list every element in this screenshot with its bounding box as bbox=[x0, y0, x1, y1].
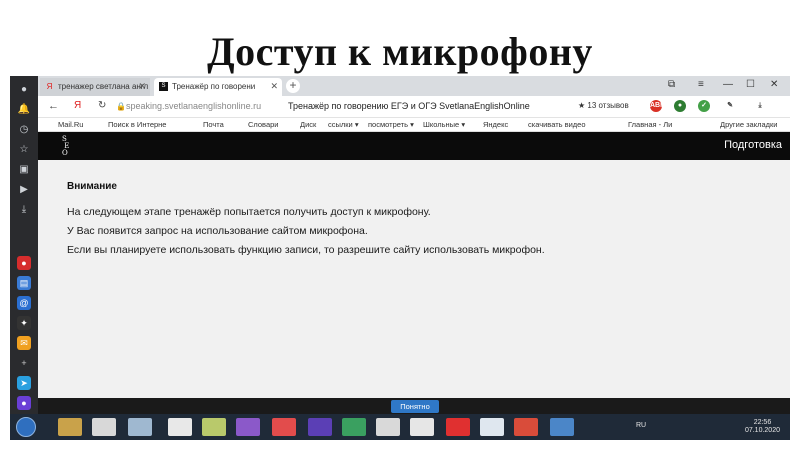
downloads-icon[interactable]: ⤓ bbox=[17, 203, 31, 217]
language-indicator[interactable]: RU bbox=[636, 422, 646, 429]
reload-icon[interactable]: ↻ bbox=[98, 100, 106, 111]
bookmark-yandex[interactable]: Яндекс bbox=[483, 120, 508, 129]
slide-title: Доступ к микрофону bbox=[207, 29, 593, 74]
app-icon-docs[interactable]: ▤ bbox=[17, 276, 31, 290]
bookmark-disk[interactable]: Диск bbox=[300, 120, 316, 129]
clock-time: 22:56 bbox=[753, 419, 772, 426]
app-icon-star[interactable]: ✦ bbox=[17, 316, 31, 330]
maximize-icon[interactable]: ☐ bbox=[746, 79, 755, 90]
add-icon[interactable]: + bbox=[17, 356, 31, 370]
bookmark-mail[interactable]: Почта bbox=[203, 120, 224, 129]
tab-label: тренажер светлана англ bbox=[58, 82, 149, 91]
speaker-app-icon[interactable] bbox=[128, 418, 152, 436]
tab-bar: Я тренажер светлана англ ✕ S Тренажёр по… bbox=[38, 76, 790, 96]
app-icon-red[interactable]: ● bbox=[17, 256, 31, 270]
bookmark-watch[interactable]: посмотреть ▾ bbox=[368, 120, 414, 129]
app-docs-icon[interactable] bbox=[376, 418, 400, 436]
close-icon[interactable]: ✕ bbox=[270, 81, 278, 92]
site-logo[interactable]: S EO bbox=[62, 136, 82, 157]
bookmark-dictionaries[interactable]: Словари bbox=[248, 120, 278, 129]
app-icon-mail-at[interactable]: @ bbox=[17, 296, 31, 310]
media-player-icon[interactable] bbox=[308, 418, 332, 436]
yandex-icon: Я bbox=[46, 82, 53, 91]
browser-window: Я тренажер светлана англ ✕ S Тренажёр по… bbox=[38, 76, 790, 414]
collections-icon[interactable]: ▣ bbox=[17, 163, 31, 177]
browser-sidebar: ● 🔔 ◷ ☆ ▣ ▶ ⤓ ● ▤ @ ✦ ✉ + ➤ ● bbox=[10, 76, 38, 414]
bookmark-mailru[interactable]: Mail.Ru bbox=[58, 120, 83, 129]
bookmark-other[interactable]: Другие закладки bbox=[720, 120, 777, 129]
lock-icon[interactable]: 🔒 bbox=[116, 102, 126, 111]
opera-icon[interactable] bbox=[272, 418, 296, 436]
notice-title: Внимание bbox=[67, 181, 117, 192]
extension-icon[interactable]: ● bbox=[674, 100, 686, 112]
new-tab-button[interactable]: + bbox=[286, 79, 300, 93]
window-close-icon[interactable]: ✕ bbox=[770, 79, 778, 90]
notice-line-1: На следующем этапе тренажёр попытается п… bbox=[67, 206, 431, 218]
close-icon[interactable]: ✕ bbox=[138, 81, 146, 92]
tab-trainer-active[interactable]: S Тренажёр по говорени ✕ bbox=[154, 78, 282, 96]
bookmarks-bar: Mail.Ru Поиск в Интерне Почта Словари Ди… bbox=[38, 118, 790, 132]
edit-icon[interactable]: ✎ bbox=[724, 100, 736, 112]
profile-icon[interactable]: ● bbox=[17, 83, 31, 97]
adblock-icon[interactable]: ABP bbox=[650, 100, 665, 112]
menu-icon[interactable]: ≡ bbox=[698, 79, 704, 90]
yandex-app-icon[interactable] bbox=[446, 418, 470, 436]
mail-icon[interactable]: ✉ bbox=[17, 336, 31, 350]
header-section-label[interactable]: Подготовка bbox=[724, 139, 782, 151]
office-app-icon[interactable] bbox=[480, 418, 504, 436]
bookmark-download-video[interactable]: скачивать видео bbox=[528, 120, 586, 129]
clock-date: 07.10.2020 bbox=[744, 427, 780, 434]
bookmark-search[interactable]: Поиск в Интерне bbox=[108, 120, 166, 129]
yandex-home-icon[interactable]: Я bbox=[74, 100, 81, 111]
system-clock[interactable]: 22:56 07.10.2020 bbox=[745, 419, 780, 435]
favorites-icon[interactable]: ☆ bbox=[17, 143, 31, 157]
windows-taskbar: RU 22:56 07.10.2020 bbox=[10, 414, 790, 440]
chrome-icon[interactable] bbox=[410, 418, 434, 436]
shield-icon[interactable]: ✓ bbox=[698, 100, 710, 112]
app-green-icon[interactable] bbox=[342, 418, 366, 436]
app-icon-arrow[interactable]: ➤ bbox=[17, 376, 31, 390]
back-icon[interactable]: ← bbox=[48, 100, 59, 112]
page-footer-bar: Понятно bbox=[38, 398, 790, 414]
url-field[interactable]: speaking.svetlanaenglishonline.ru bbox=[126, 101, 261, 111]
bookmark-school[interactable]: Школьные ▾ bbox=[423, 120, 465, 129]
notes-app-icon[interactable] bbox=[202, 418, 226, 436]
bookmark-main[interactable]: Главная - Ли bbox=[628, 120, 672, 129]
notifications-icon[interactable]: 🔔 bbox=[17, 103, 31, 117]
powerpoint-icon[interactable] bbox=[514, 418, 538, 436]
explorer-icon[interactable] bbox=[58, 418, 82, 436]
site-favicon-icon: S bbox=[159, 82, 168, 91]
download-icon[interactable]: ⤓ bbox=[754, 100, 766, 112]
start-button[interactable] bbox=[16, 417, 36, 437]
video-icon[interactable]: ▶ bbox=[17, 183, 31, 197]
page-title-in-address: Тренажёр по говорению ЕГЭ и ОГЭ Svetlana… bbox=[288, 101, 530, 111]
app-blue-icon[interactable] bbox=[550, 418, 574, 436]
yandex-browser-icon[interactable] bbox=[168, 418, 192, 436]
minimize-icon[interactable]: — bbox=[723, 79, 733, 90]
address-bar: ← Я ↻ 🔒 speaking.svetlanaenglishonline.r… bbox=[38, 96, 790, 118]
understood-button[interactable]: Понятно bbox=[391, 400, 439, 413]
screenshot-frame: ● 🔔 ◷ ☆ ▣ ▶ ⤓ ● ▤ @ ✦ ✉ + ➤ ● Я тренажер… bbox=[10, 76, 790, 440]
history-icon[interactable]: ◷ bbox=[17, 123, 31, 137]
tab-label: Тренажёр по говорени bbox=[172, 82, 256, 91]
mail-client-icon[interactable] bbox=[92, 418, 116, 436]
page-content: Внимание На следующем этапе тренажёр поп… bbox=[38, 160, 790, 414]
app-icon-alice[interactable]: ● bbox=[17, 396, 31, 410]
notice-line-3: Если вы планируете использовать функцию … bbox=[67, 244, 545, 256]
notice-line-2: У Вас появится запрос на использование с… bbox=[67, 225, 368, 237]
viber-icon[interactable] bbox=[236, 418, 260, 436]
reviews-badge[interactable]: ★ 13 отзывов bbox=[578, 101, 629, 110]
tab-switcher-icon[interactable]: ⧉ bbox=[668, 79, 675, 90]
site-header: S EO Подготовка bbox=[38, 132, 790, 160]
bookmark-links[interactable]: ссылки ▾ bbox=[328, 120, 359, 129]
tab-trainer-search[interactable]: Я тренажер светлана англ ✕ bbox=[40, 78, 150, 96]
